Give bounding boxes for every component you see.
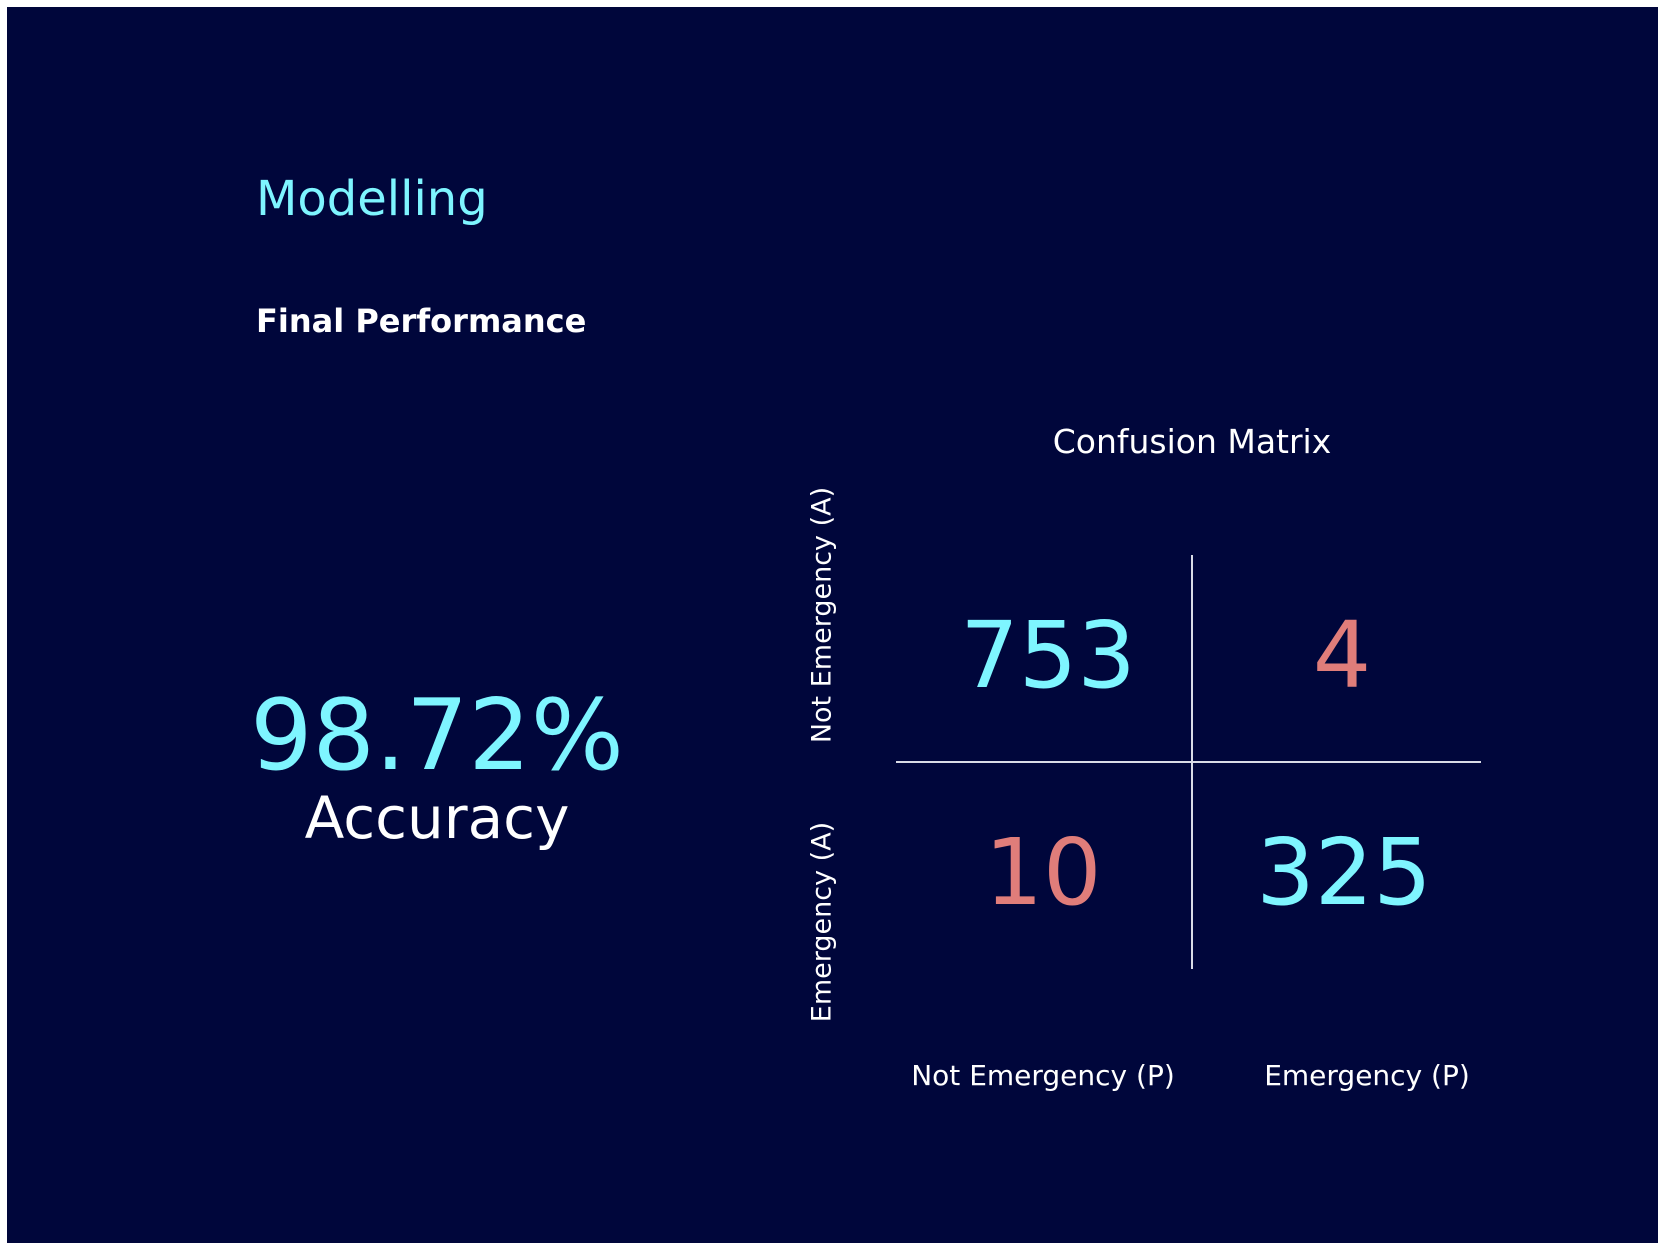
section-subtitle: Final Performance — [256, 302, 587, 340]
row-label-not-emergency: Not Emergency (A) — [806, 486, 838, 744]
confusion-matrix-title: Confusion Matrix — [1052, 422, 1332, 461]
accuracy-metric: 98.72% Accuracy — [197, 687, 677, 847]
matrix-cell-false-positive: 4 — [1312, 602, 1372, 709]
matrix-cell-false-negative: 10 — [984, 819, 1102, 926]
accuracy-label: Accuracy — [304, 784, 570, 852]
column-label-not-emergency: Not Emergency (P) — [911, 1059, 1175, 1092]
row-label-emergency: Emergency (A) — [806, 821, 838, 1023]
accuracy-value: 98.72% — [250, 679, 624, 793]
matrix-horizontal-divider — [896, 761, 1481, 763]
matrix-cell-true-negative: 753 — [960, 602, 1136, 709]
slide: Modelling Final Performance 98.72% Accur… — [7, 7, 1658, 1243]
column-label-emergency: Emergency (P) — [1264, 1059, 1470, 1092]
page-title: Modelling — [256, 171, 488, 227]
matrix-cell-true-positive: 325 — [1256, 819, 1432, 926]
